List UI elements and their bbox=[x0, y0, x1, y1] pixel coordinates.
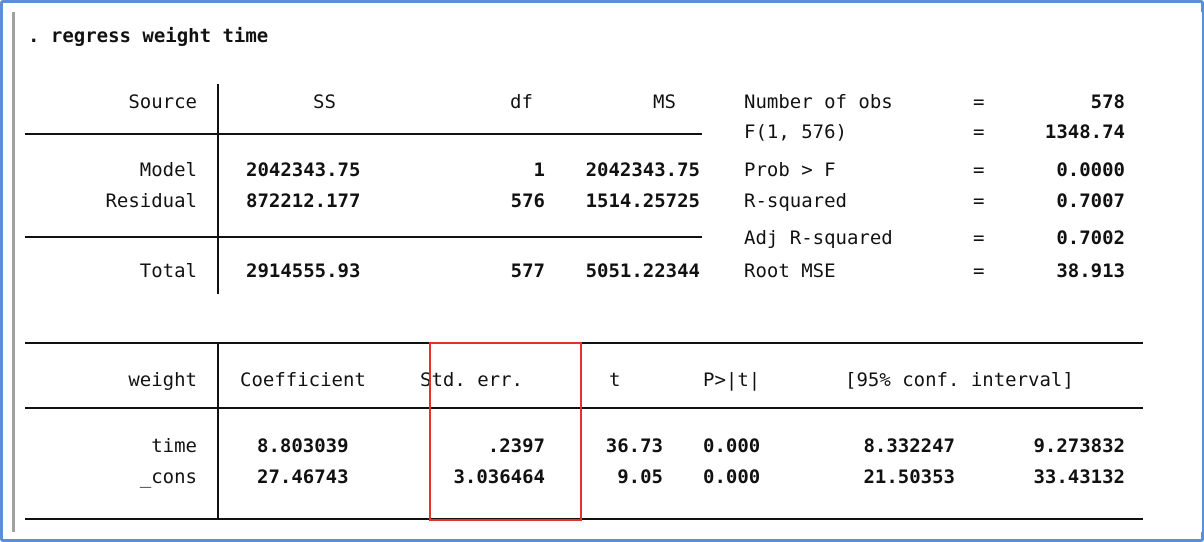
coef-row-cons-ci-low: 21.50353 bbox=[863, 466, 955, 488]
coef-row-cons-t: 9.05 bbox=[617, 466, 663, 488]
coef-row-time-name: time bbox=[151, 435, 197, 457]
anova-header-rule bbox=[25, 133, 702, 135]
anova-row-residual-ms: 1514.25725 bbox=[585, 190, 700, 212]
anova-row-total-ms: 5051.22344 bbox=[585, 260, 700, 282]
stat-label-nobs: Number of obs bbox=[744, 91, 893, 113]
coef-header-depvar: weight bbox=[128, 369, 197, 391]
stat-label-rsq: R-squared bbox=[744, 190, 847, 212]
coef-row-cons-coef: 27.46743 bbox=[257, 466, 349, 488]
coef-row-cons-p: 0.000 bbox=[703, 466, 761, 488]
coef-row-time-p: 0.000 bbox=[703, 435, 761, 457]
coef-row-time-ci-low: 8.332247 bbox=[863, 435, 955, 457]
anova-row-total-df: 577 bbox=[510, 260, 545, 282]
stat-eq-probf: = bbox=[973, 159, 985, 181]
stat-eq-f: = bbox=[973, 121, 985, 143]
anova-header-ss: SS bbox=[313, 91, 336, 113]
coef-header-rule bbox=[25, 407, 1143, 409]
stat-value-probf: 0.0000 bbox=[1056, 159, 1125, 181]
stat-value-rootmse: 38.913 bbox=[1056, 260, 1125, 282]
coef-row-cons-name: _cons bbox=[139, 466, 197, 488]
stat-value-adjrsq: 0.7002 bbox=[1056, 227, 1125, 249]
anova-header-source: Source bbox=[128, 91, 197, 113]
coef-top-rule bbox=[25, 342, 1143, 344]
stat-value-rsq: 0.7007 bbox=[1056, 190, 1125, 212]
stat-eq-nobs: = bbox=[973, 91, 985, 113]
anova-row-model-ms: 2042343.75 bbox=[585, 159, 700, 181]
stata-results-window: . regress weight time Source SS df MS Mo… bbox=[12, 12, 1202, 532]
coef-bottom-rule bbox=[25, 518, 1143, 520]
anova-header-df: df bbox=[510, 91, 533, 113]
anova-total-rule bbox=[25, 236, 702, 238]
anova-header-ms: MS bbox=[653, 91, 676, 113]
stat-label-f: F(1, 576) bbox=[744, 121, 847, 143]
stat-value-nobs: 578 bbox=[1090, 91, 1125, 113]
anova-row-model-source: Model bbox=[139, 159, 197, 181]
coef-row-cons-ci-high: 33.43132 bbox=[1033, 466, 1125, 488]
anova-row-total-source: Total bbox=[139, 260, 197, 282]
coef-header-t: t bbox=[609, 369, 621, 391]
stat-label-adjrsq: Adj R-squared bbox=[744, 227, 893, 249]
anova-row-residual-source: Residual bbox=[105, 190, 197, 212]
coef-header-pvalue: P>|t| bbox=[703, 369, 761, 391]
coef-row-time-ci-high: 9.273832 bbox=[1033, 435, 1125, 457]
stat-eq-adjrsq: = bbox=[973, 227, 985, 249]
coef-row-time-coef: 8.803039 bbox=[257, 435, 349, 457]
coef-header-coefficient: Coefficient bbox=[240, 369, 366, 391]
stat-label-probf: Prob > F bbox=[744, 159, 836, 181]
anova-row-model-ss: 2042343.75 bbox=[246, 159, 361, 181]
stat-eq-rootmse: = bbox=[973, 260, 985, 282]
anova-vertical-divider bbox=[217, 84, 219, 294]
stat-value-f: 1348.74 bbox=[1044, 121, 1125, 143]
command-line: . regress weight time bbox=[28, 25, 269, 47]
anova-row-residual-df: 576 bbox=[510, 190, 545, 212]
stat-label-rootmse: Root MSE bbox=[744, 260, 836, 282]
anova-row-total-ss: 2914555.93 bbox=[246, 260, 361, 282]
stderr-highlight-box bbox=[429, 342, 582, 521]
anova-row-model-df: 1 bbox=[533, 159, 545, 181]
screenshot-frame: . regress weight time Source SS df MS Mo… bbox=[0, 0, 1204, 542]
coef-row-time-t: 36.73 bbox=[605, 435, 663, 457]
anova-row-residual-ss: 872212.177 bbox=[246, 190, 361, 212]
coef-header-ci: [95% conf. interval] bbox=[845, 369, 1074, 391]
coef-vertical-divider bbox=[217, 342, 219, 520]
stat-eq-rsq: = bbox=[973, 190, 985, 212]
